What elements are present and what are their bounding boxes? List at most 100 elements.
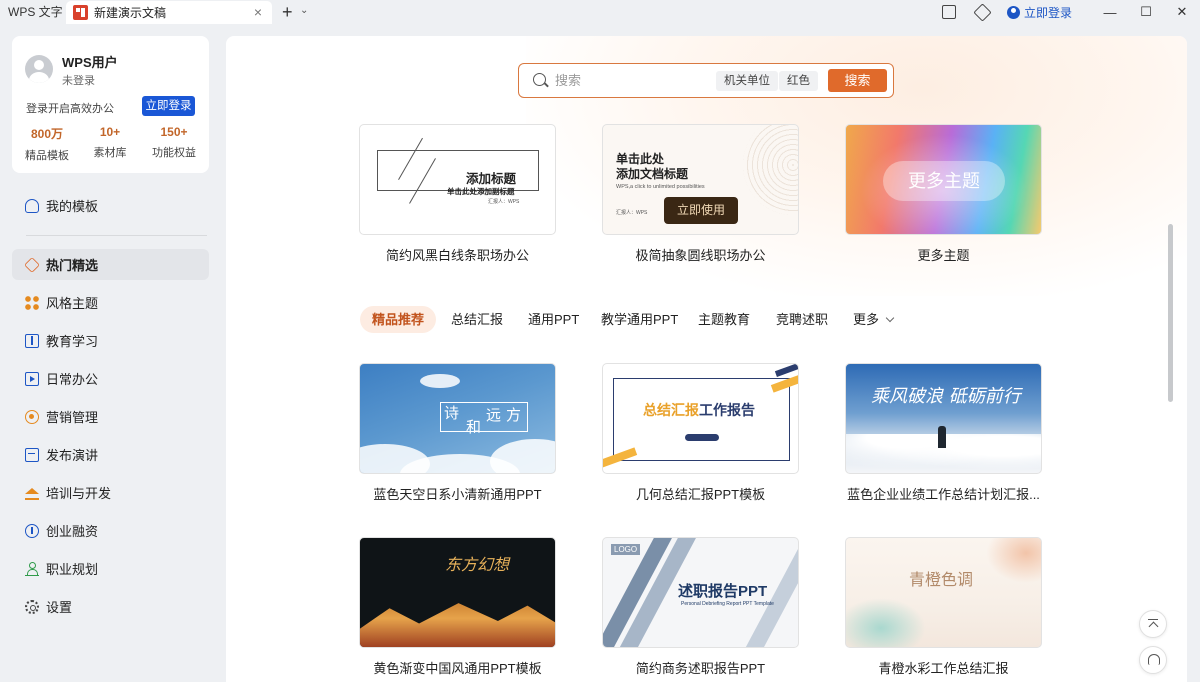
coin-icon — [25, 523, 39, 538]
thumb-char: 远 — [486, 406, 502, 424]
tab-theme-education[interactable]: 主题教育 — [686, 306, 762, 333]
divider — [26, 235, 207, 236]
template-caption[interactable]: 简约商务述职报告PPT — [602, 658, 799, 677]
document-tab[interactable]: 新建演示文稿 × — [66, 1, 272, 24]
theme-caption[interactable]: 极简抽象圆线职场办公 — [602, 245, 799, 264]
template-thumbnail[interactable]: 诗 和 远 方 — [359, 363, 556, 474]
stat-value: 150+ — [160, 125, 188, 139]
stat-materials[interactable]: 10+ 素材库 — [80, 125, 140, 160]
tab-more[interactable]: 更多 — [841, 306, 905, 333]
template-card[interactable]: 诗 和 远 方 蓝色天空日系小清新通用PPT — [359, 363, 556, 503]
theme-card[interactable]: 单击此处 添加文档标题 WPS,a click to unlimited pos… — [602, 124, 799, 264]
sidebar-item-label: 设置 — [46, 600, 73, 615]
template-caption[interactable]: 青橙水彩工作总结汇报 — [845, 658, 1042, 677]
sidebar-item-label: 日常办公 — [46, 372, 99, 387]
sidebar-item-style[interactable]: 风格主题 — [12, 287, 209, 318]
title-bar: WPS 文字 新建演示文稿 × + ⌄ 立即登录 — ☐ ✕ — [0, 0, 1200, 24]
tab-general-ppt[interactable]: 通用PPT — [516, 306, 591, 333]
sidebar: WPS用户 未登录 登录开启高效办公 立即登录 800万 精品模板 10+ 素材… — [0, 24, 222, 682]
theme-thumbnail[interactable]: 添加标题 单击此处添加副标题 汇报人：WPS — [359, 124, 556, 235]
thumb-subtitle: Personal Debriefing Report PPT Template — [681, 601, 774, 607]
stat-value: 10+ — [99, 125, 121, 139]
login-status: 未登录 — [62, 75, 95, 87]
template-thumbnail[interactable]: LOGO 述职报告PPT Personal Debriefing Report … — [602, 537, 799, 648]
person-icon — [25, 561, 39, 576]
thumb-char: 方 — [506, 406, 522, 424]
tab-summary[interactable]: 总结汇报 — [439, 306, 515, 333]
search-tag[interactable]: 机关单位 — [716, 71, 778, 91]
tab-job-report[interactable]: 竞聘述职 — [764, 306, 840, 333]
chevron-down-icon[interactable]: ⌄ — [300, 5, 308, 16]
cloud-shape — [420, 374, 460, 388]
cube-icon[interactable] — [973, 2, 992, 22]
tab-teaching-ppt[interactable]: 教学通用PPT — [589, 306, 690, 333]
thumb-title: 单击此处 添加文档标题 — [616, 152, 688, 182]
close-tab-icon[interactable]: × — [254, 4, 262, 20]
thumb-title-b: 工作报告 — [699, 402, 755, 418]
stat-label: 素材库 — [93, 147, 127, 159]
stat-benefits[interactable]: 150+ 功能权益 — [144, 125, 204, 160]
thumb-title: 青橙色调 — [909, 570, 974, 589]
template-caption[interactable]: 黄色渐变中国风通用PPT模板 — [359, 658, 556, 677]
theme-thumbnail[interactable]: 更多主题 — [845, 124, 1042, 235]
template-card[interactable]: 青橙色调 青橙水彩工作总结汇报 — [845, 537, 1042, 677]
customer-service-button[interactable] — [1139, 646, 1167, 674]
search-button[interactable]: 搜索 — [828, 69, 887, 92]
sidebar-item-settings[interactable]: 设置 — [12, 591, 209, 622]
new-tab-button[interactable]: + — [282, 2, 293, 23]
watercolor-wash — [846, 598, 926, 647]
window-mode-icon[interactable] — [941, 5, 956, 19]
sidebar-item-startup[interactable]: 创业融资 — [12, 515, 209, 546]
watercolor-wash — [986, 538, 1041, 583]
thumb-reporter: 汇报人：WPS — [488, 199, 520, 205]
sidebar-item-label: 教育学习 — [46, 334, 99, 349]
sidebar-item-my-templates[interactable]: 我的模板 — [12, 190, 209, 221]
sidebar-item-education[interactable]: 教育学习 — [12, 325, 209, 356]
theme-card[interactable]: 添加标题 单击此处添加副标题 汇报人：WPS 简约风黑白线条职场办公 — [359, 124, 556, 264]
search-input[interactable] — [555, 71, 705, 90]
login-button[interactable]: 立即登录 — [142, 96, 195, 116]
theme-caption[interactable]: 简约风黑白线条职场办公 — [359, 245, 556, 264]
circle-pattern — [743, 125, 798, 215]
main-panel: 机关单位 红色 搜索 添加标题 单击此处添加副标题 汇报人：WPS 简约风黑白线… — [226, 36, 1187, 682]
sidebar-item-speech[interactable]: 发布演讲 — [12, 439, 209, 470]
thumb-title-a: 总结汇报 — [643, 402, 699, 418]
template-thumbnail[interactable]: 总结汇报工作报告 — [602, 363, 799, 474]
thumb-reporter: 汇报人：WPS — [616, 210, 648, 216]
template-card[interactable]: LOGO 述职报告PPT Personal Debriefing Report … — [602, 537, 799, 677]
titlebar-login[interactable]: 立即登录 — [1006, 4, 1072, 21]
more-themes-label: 更多主题 — [883, 161, 1005, 201]
close-window-button[interactable]: ✕ — [1164, 4, 1200, 20]
template-thumbnail[interactable]: 东方幻想 — [359, 537, 556, 648]
sidebar-item-hot[interactable]: 热门精选 — [12, 249, 209, 280]
avatar[interactable] — [25, 55, 53, 83]
minimize-button[interactable]: — — [1092, 5, 1128, 20]
template-card[interactable]: 乘风破浪 砥砺前行 蓝色企业业绩工作总结计划汇报... — [845, 363, 1042, 503]
tab-featured[interactable]: 精品推荐 — [360, 306, 437, 333]
theme-thumbnail[interactable]: 单击此处 添加文档标题 WPS,a click to unlimited pos… — [602, 124, 799, 235]
use-now-button[interactable]: 立即使用 — [664, 197, 738, 224]
sidebar-item-label: 发布演讲 — [46, 448, 99, 463]
more-themes-card[interactable]: 更多主题 更多主题 — [845, 124, 1042, 264]
sidebar-item-marketing[interactable]: 营销管理 — [12, 401, 209, 432]
sidebar-item-career[interactable]: 职业规划 — [12, 553, 209, 584]
stat-templates[interactable]: 800万 精品模板 — [17, 125, 77, 163]
template-caption[interactable]: 蓝色企业业绩工作总结计划汇报... — [845, 484, 1042, 503]
theme-caption[interactable]: 更多主题 — [845, 245, 1042, 264]
pill-shape — [685, 434, 719, 441]
template-thumbnail[interactable]: 青橙色调 — [845, 537, 1042, 648]
template-caption[interactable]: 几何总结汇报PPT模板 — [602, 484, 799, 503]
template-card[interactable]: 东方幻想 黄色渐变中国风通用PPT模板 — [359, 537, 556, 677]
app-name[interactable]: WPS 文字 — [0, 0, 64, 24]
template-caption[interactable]: 蓝色天空日系小清新通用PPT — [359, 484, 556, 503]
template-card[interactable]: 总结汇报工作报告 几何总结汇报PPT模板 — [602, 363, 799, 503]
template-thumbnail[interactable]: 乘风破浪 砥砺前行 — [845, 363, 1042, 474]
mountain-shape — [360, 603, 555, 647]
sidebar-item-label: 营销管理 — [46, 410, 99, 425]
search-tag[interactable]: 红色 — [779, 71, 818, 91]
maximize-button[interactable]: ☐ — [1128, 4, 1164, 20]
scrollbar[interactable] — [1168, 224, 1173, 402]
sidebar-item-office[interactable]: 日常办公 — [12, 363, 209, 394]
back-to-top-button[interactable] — [1139, 610, 1167, 638]
sidebar-item-training[interactable]: 培训与开发 — [12, 477, 209, 508]
